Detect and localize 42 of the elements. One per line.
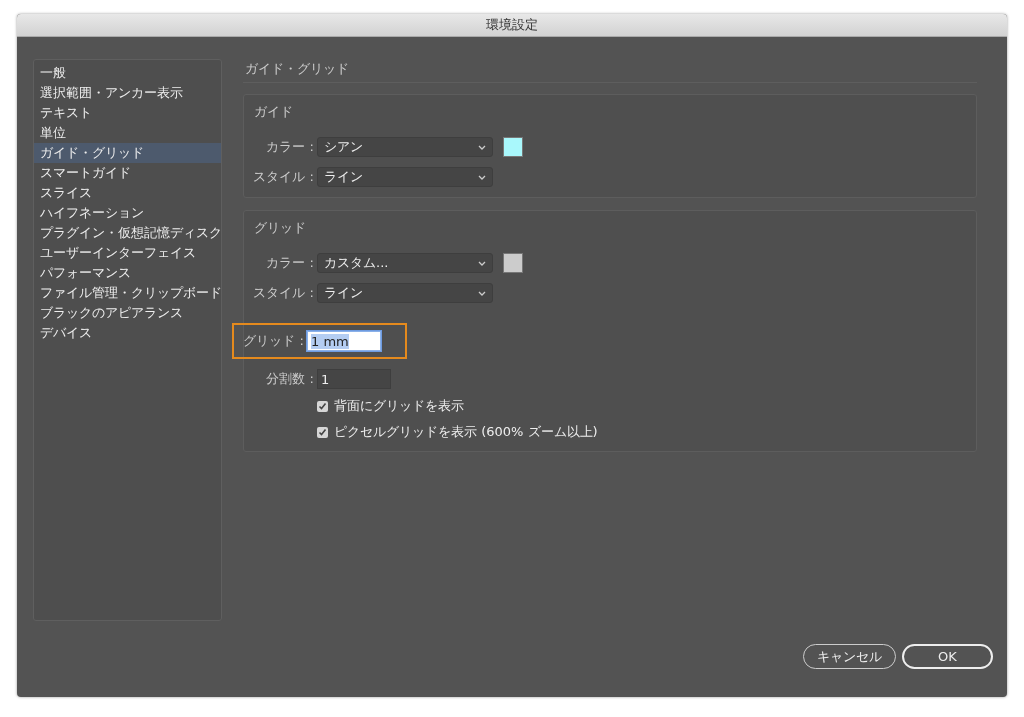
sidebar-item[interactable]: テキスト — [34, 103, 221, 123]
input-field[interactable]: 1 mm — [307, 331, 381, 351]
sidebar-item[interactable]: ガイド・グリッド — [34, 143, 221, 163]
field-label: カラー : — [265, 138, 315, 156]
sidebar-item[interactable]: ファイル管理・クリップボード — [34, 283, 221, 303]
sidebar-item[interactable]: スライス — [34, 183, 221, 203]
field-label: カラー : — [265, 254, 315, 272]
field-label: 分割数 : — [265, 370, 315, 388]
dropdown[interactable]: カスタム... — [317, 253, 493, 273]
group-title: グリッド — [254, 219, 306, 237]
chevron-icon — [478, 144, 486, 150]
sidebar-item[interactable]: ユーザーインターフェイス — [34, 243, 221, 263]
dialog-button[interactable]: キャンセル — [803, 644, 896, 669]
checkbox-label: 背面にグリッドを表示 — [334, 397, 464, 415]
panel-title: ガイド・グリッド — [244, 60, 350, 78]
field-label: スタイル : — [252, 284, 315, 302]
dropdown[interactable]: ライン — [317, 167, 493, 187]
color-swatch[interactable] — [503, 137, 523, 157]
sidebar-item[interactable]: デバイス — [34, 323, 221, 343]
sidebar-item[interactable]: 選択範囲・アンカー表示 — [34, 83, 221, 103]
sidebar-item[interactable]: プラグイン・仮想記憶ディスク — [34, 223, 221, 243]
chevron-icon — [478, 260, 486, 266]
group-title: ガイド — [254, 103, 293, 121]
field-label: グリッド : — [242, 332, 305, 350]
sidebar-item[interactable]: ブラックのアピアランス — [34, 303, 221, 323]
chevron-icon — [478, 174, 486, 180]
dropdown[interactable]: シアン — [317, 137, 493, 157]
window-title: 環境設定 — [486, 16, 538, 34]
chevron-icon — [478, 290, 486, 296]
checkbox[interactable] — [317, 426, 328, 438]
input-field[interactable]: 1 — [317, 369, 391, 389]
sidebar-item[interactable]: スマートガイド — [34, 163, 221, 183]
dropdown[interactable]: ライン — [317, 283, 493, 303]
checkbox[interactable] — [317, 400, 328, 412]
color-swatch[interactable] — [503, 253, 523, 273]
field-label: スタイル : — [252, 168, 315, 186]
sidebar-item[interactable]: ハイフネーション — [34, 203, 221, 223]
sidebar-item[interactable]: 単位 — [34, 123, 221, 143]
sidebar-item[interactable]: パフォーマンス — [34, 263, 221, 283]
sidebar-item[interactable]: 一般 — [34, 63, 221, 83]
dialog-button[interactable]: OK — [902, 644, 993, 669]
checkbox-label: ピクセルグリッドを表示 (600% ズーム以上) — [334, 423, 598, 441]
